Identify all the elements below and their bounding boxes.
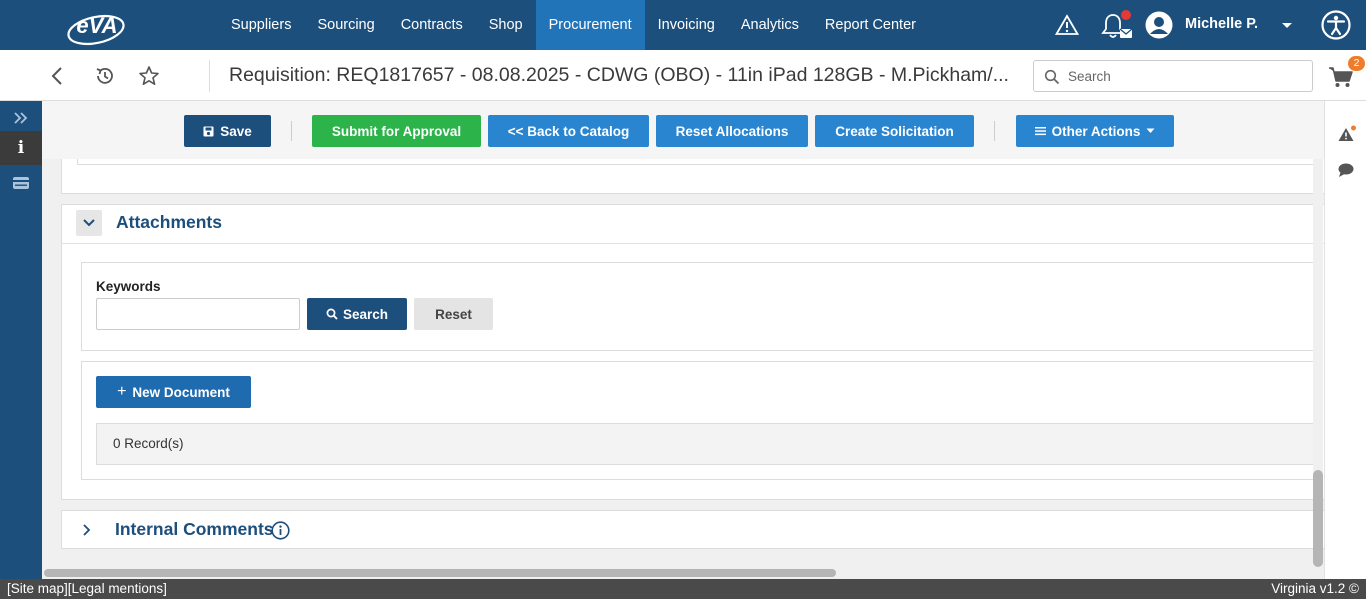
- version-text: Virginia v1.2 ©: [1271, 581, 1359, 596]
- attachments-documents-card: + New Document 0 Record(s): [81, 361, 1322, 480]
- global-search-input[interactable]: [1068, 61, 1308, 91]
- nav-sourcing[interactable]: Sourcing: [304, 0, 387, 50]
- previous-section-card: [61, 159, 1324, 194]
- vertical-scrollbar-thumb[interactable]: [1313, 470, 1323, 567]
- right-sidebar: [1324, 101, 1366, 579]
- user-avatar-icon[interactable]: [1145, 11, 1173, 39]
- reset-button[interactable]: Reset: [414, 298, 493, 330]
- site-map-link[interactable]: [Site map]: [7, 581, 68, 596]
- search-button[interactable]: Search: [307, 298, 407, 330]
- top-navigation: eVA Suppliers Sourcing Contracts Shop Pr…: [0, 0, 1366, 50]
- keywords-input[interactable]: [96, 298, 300, 330]
- main-content: Attachments Keywords Search Reset + New …: [42, 159, 1324, 579]
- section-divider: [62, 243, 1324, 244]
- nav-procurement[interactable]: Procurement: [535, 0, 645, 50]
- action-bar: Save Submit for Approval << Back to Cata…: [42, 101, 1324, 159]
- menu-lines-icon: [1034, 127, 1046, 136]
- nav-analytics[interactable]: Analytics: [728, 0, 812, 50]
- save-disk-icon: [203, 126, 214, 136]
- internal-comments-section[interactable]: Internal Comments: [61, 510, 1324, 549]
- legal-mentions-link[interactable]: [Legal mentions]: [68, 581, 167, 596]
- nav-shop[interactable]: Shop: [476, 0, 536, 50]
- comments-icon[interactable]: [1337, 162, 1355, 178]
- back-to-catalog-button[interactable]: << Back to Catalog: [488, 115, 649, 147]
- new-document-label: New Document: [132, 384, 230, 400]
- nav-invoicing[interactable]: Invoicing: [645, 0, 728, 50]
- info-icon: i: [17, 138, 25, 158]
- sidebar-info-button[interactable]: i: [0, 131, 42, 165]
- records-bar: 0 Record(s): [96, 423, 1322, 465]
- plus-icon: +: [117, 383, 127, 400]
- back-arrow-icon[interactable]: [47, 65, 69, 87]
- nav-report-center[interactable]: Report Center: [812, 0, 929, 50]
- record-count: 0 Record(s): [113, 436, 184, 451]
- keywords-label: Keywords: [96, 279, 161, 294]
- attachments-search-card: Keywords Search Reset: [81, 262, 1321, 351]
- caret-down-icon: [1146, 128, 1155, 133]
- expand-sidebar-button[interactable]: [0, 101, 42, 135]
- global-search: [1033, 60, 1313, 92]
- internal-comments-title: Internal Comments: [115, 519, 274, 539]
- save-button[interactable]: Save: [184, 115, 271, 147]
- eva-logo[interactable]: eVA: [66, 6, 130, 46]
- chevron-down-icon: [83, 219, 95, 227]
- collapse-attachments-button[interactable]: [76, 210, 102, 236]
- other-actions-button[interactable]: Other Actions: [1016, 115, 1174, 147]
- attachments-title: Attachments: [116, 212, 222, 232]
- other-actions-label: Other Actions: [1051, 123, 1141, 139]
- title-divider: [209, 60, 210, 92]
- info-circle-icon[interactable]: [271, 521, 290, 540]
- save-button-label: Save: [220, 123, 252, 139]
- footer: [Site map][Legal mentions] Virginia v1.2…: [0, 579, 1366, 599]
- svg-text:eVA: eVA: [76, 13, 117, 38]
- chevron-right-icon[interactable]: [82, 523, 92, 537]
- notifications-bell-icon[interactable]: [1100, 9, 1136, 41]
- cart-count-badge: 2: [1348, 56, 1365, 71]
- nav-contracts[interactable]: Contracts: [388, 0, 476, 50]
- double-chevron-right-icon: [14, 112, 28, 124]
- attachments-section: Attachments Keywords Search Reset + New …: [61, 204, 1324, 500]
- submit-for-approval-button[interactable]: Submit for Approval: [312, 115, 481, 147]
- reset-allocations-button[interactable]: Reset Allocations: [656, 115, 808, 147]
- favorite-star-icon[interactable]: [138, 65, 160, 87]
- horizontal-scrollbar-thumb[interactable]: [44, 569, 836, 577]
- title-bar: Requisition: REQ1817657 - 08.08.2025 - C…: [0, 50, 1366, 101]
- nav-suppliers[interactable]: Suppliers: [218, 0, 304, 50]
- alerts-warning-icon[interactable]: [1337, 125, 1357, 143]
- page-title: Requisition: REQ1817657 - 08.08.2025 - C…: [229, 64, 1009, 86]
- warning-icon[interactable]: [1055, 14, 1079, 36]
- accessibility-icon[interactable]: [1320, 9, 1352, 41]
- search-icon: [326, 308, 338, 320]
- action-separator: [291, 121, 292, 141]
- action-separator: [994, 121, 995, 141]
- chevron-down-icon[interactable]: [1280, 20, 1294, 30]
- user-name[interactable]: Michelle P.: [1185, 0, 1258, 48]
- sidebar-card-button[interactable]: [0, 166, 42, 200]
- search-icon: [1044, 69, 1060, 85]
- create-solicitation-button[interactable]: Create Solicitation: [815, 115, 974, 147]
- left-sidebar: i: [0, 101, 42, 579]
- search-button-label: Search: [342, 306, 389, 322]
- new-document-button[interactable]: + New Document: [96, 376, 251, 408]
- main-menu: Suppliers Sourcing Contracts Shop Procur…: [218, 0, 929, 50]
- credit-card-icon: [13, 177, 29, 189]
- history-icon[interactable]: [94, 65, 116, 87]
- previous-inner-card: [77, 159, 1317, 165]
